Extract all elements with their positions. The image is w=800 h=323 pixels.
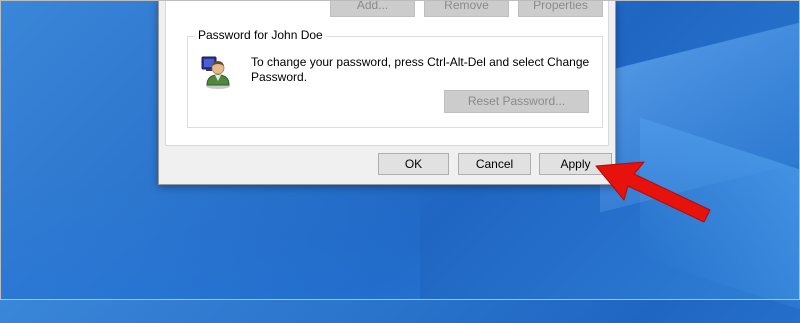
password-group: Password for John Doe To change your pas…: [187, 28, 603, 128]
password-group-title: Password for John Doe: [195, 28, 326, 42]
user-icon: [200, 55, 234, 89]
remove-button[interactable]: Remove: [424, 0, 509, 17]
password-instructions: To change your password, press Ctrl-Alt-…: [251, 55, 590, 84]
annotation-arrow-icon: [595, 161, 711, 223]
ok-button[interactable]: OK: [378, 153, 449, 175]
cancel-button[interactable]: Cancel: [458, 153, 531, 175]
add-button[interactable]: Add...: [330, 0, 415, 17]
properties-button[interactable]: Properties: [518, 0, 603, 17]
user-accounts-dialog: Add... Remove Properties Password for Jo…: [158, 0, 616, 185]
desktop-light-ray: [0, 180, 420, 300]
dialog-content-pane: Add... Remove Properties Password for Jo…: [165, 0, 609, 146]
reset-password-button[interactable]: Reset Password...: [444, 90, 589, 113]
